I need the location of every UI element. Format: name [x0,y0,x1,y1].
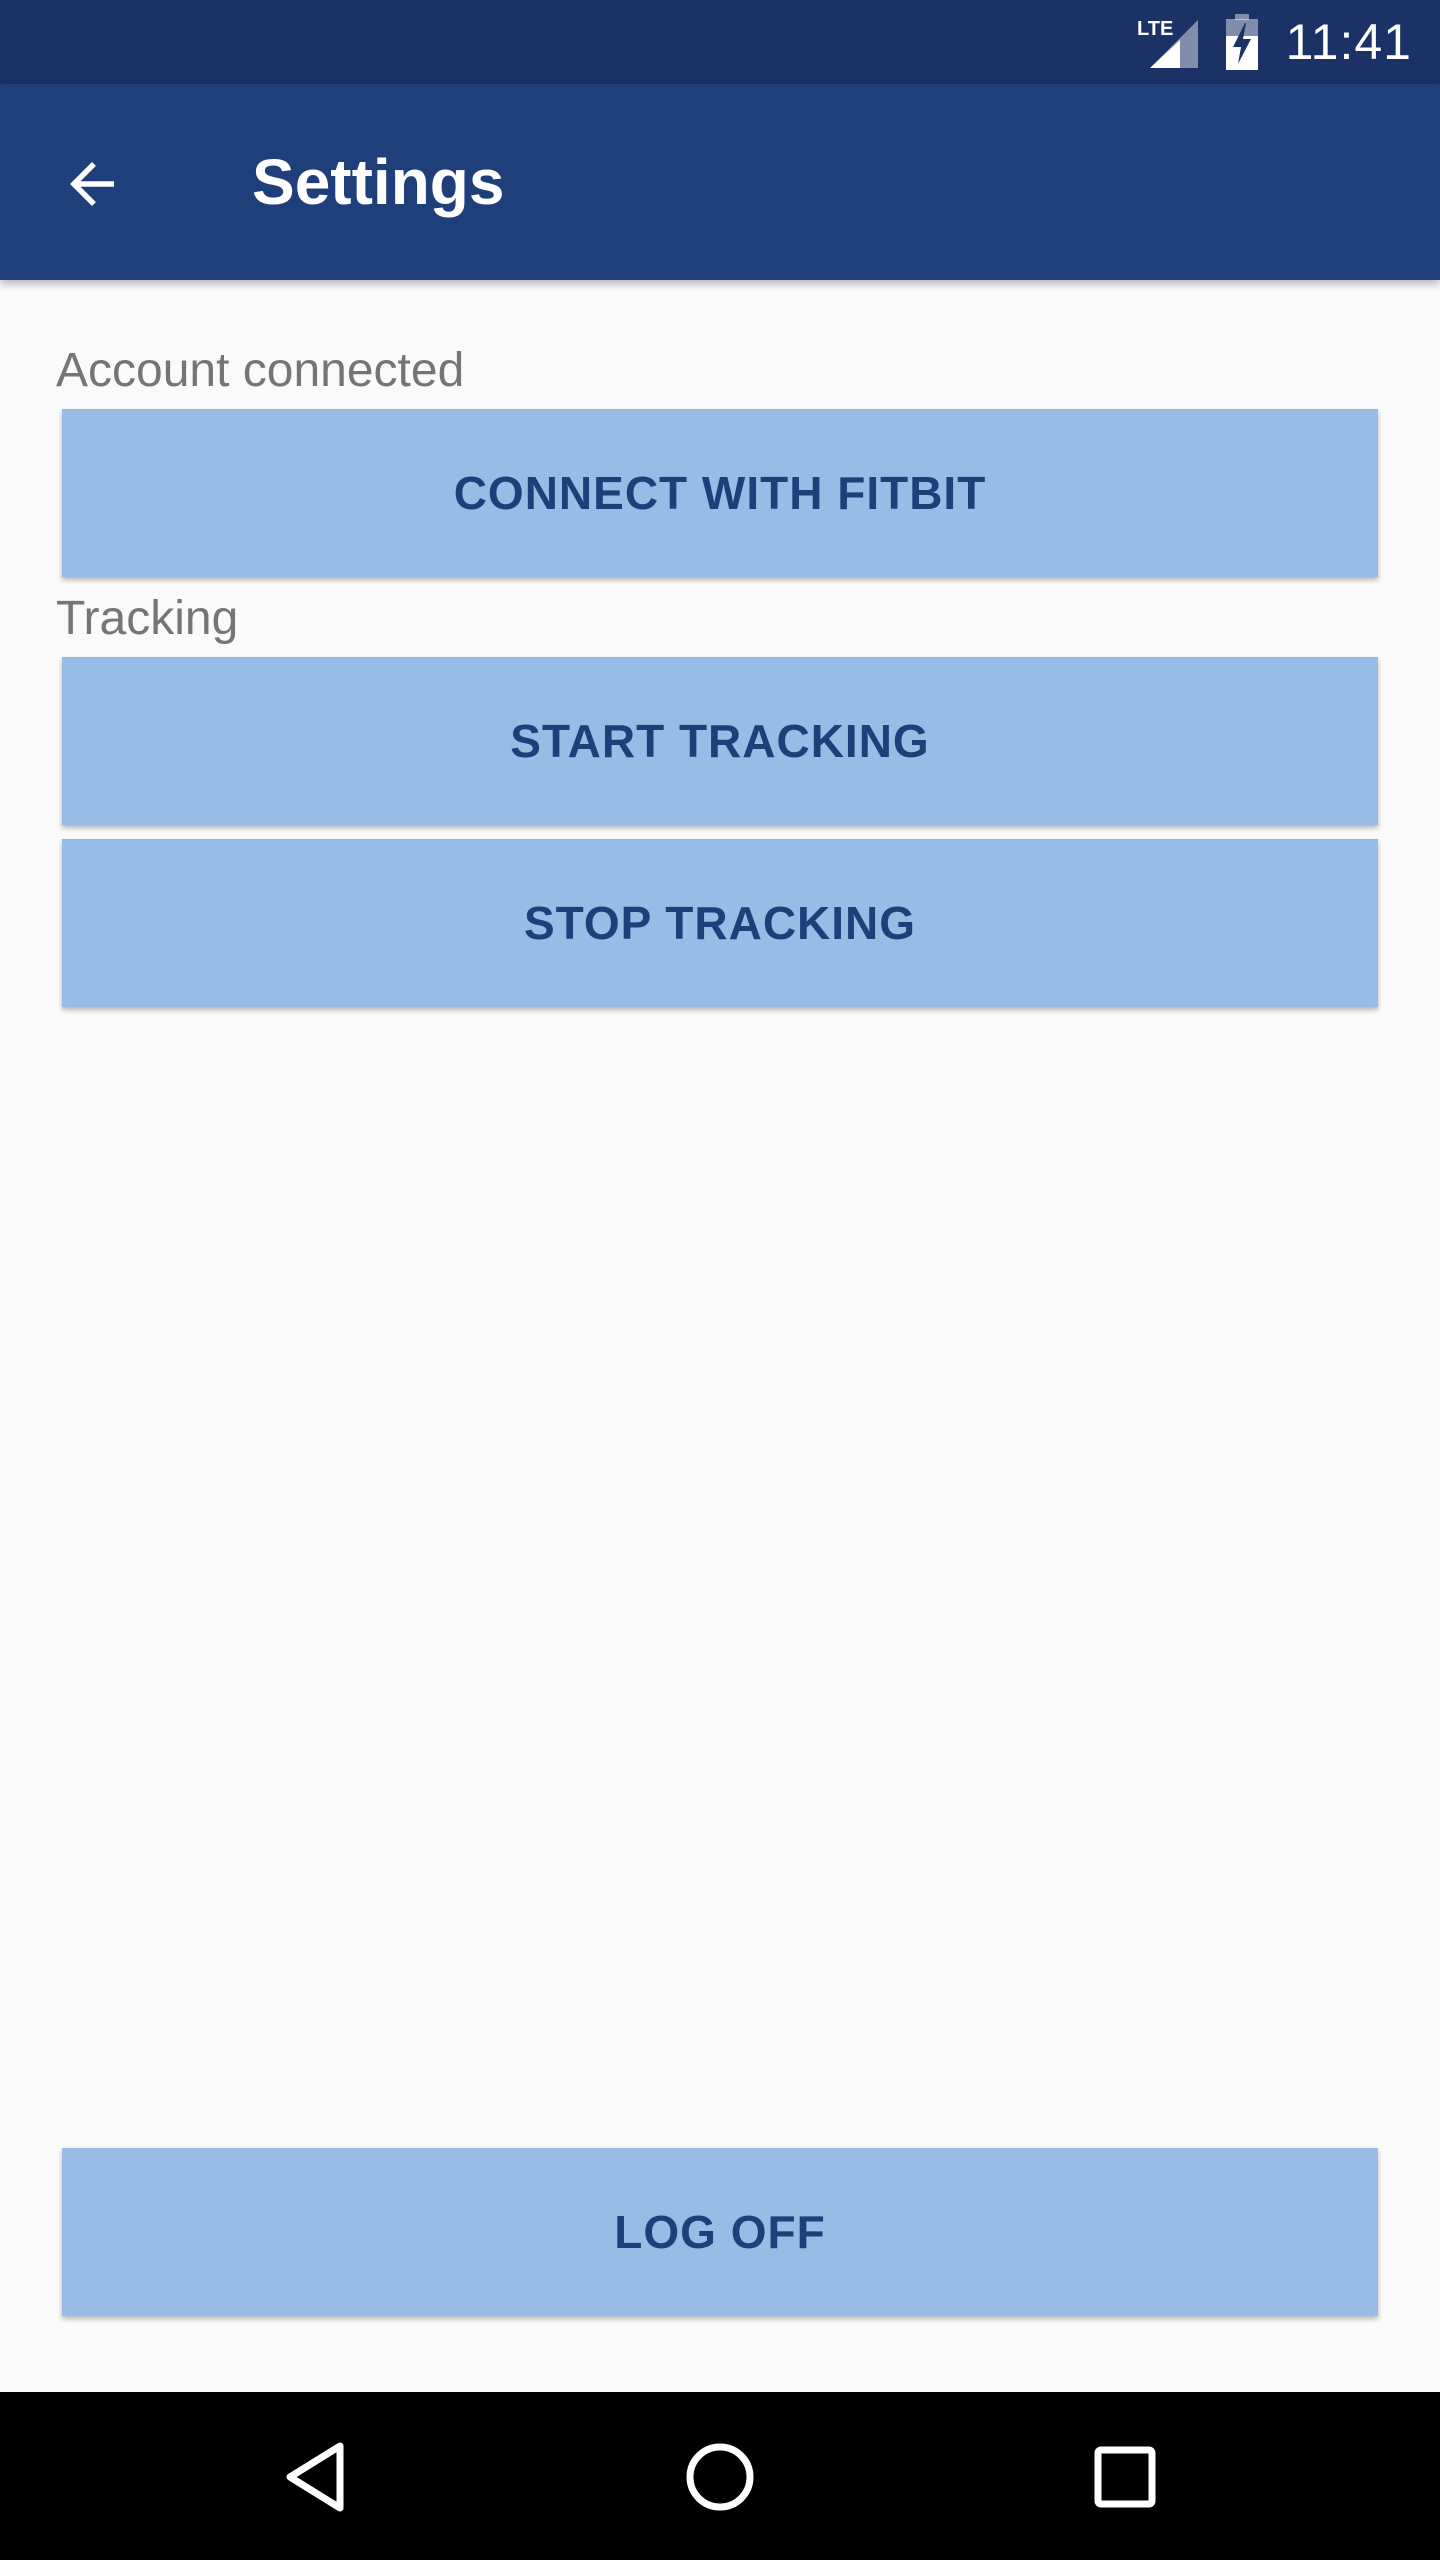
lte-signal-icon: LTE [1137,18,1198,68]
back-triangle-icon [286,2442,344,2512]
status-bar: LTE 11:41 [0,0,1440,84]
page-title: Settings [252,146,505,218]
nav-recents-button[interactable] [1080,2432,1170,2522]
stop-tracking-button[interactable]: STOP TRACKING [62,839,1378,1007]
nav-back-button[interactable] [270,2432,360,2522]
clock: 11:41 [1285,14,1412,70]
tracking-section-label: Tracking [56,592,239,645]
navigation-bar [0,2392,1440,2560]
arrow-back-icon [70,162,114,206]
recents-square-icon [1094,2446,1156,2508]
app-bar: Settings [0,84,1440,280]
log-off-button[interactable]: LOG OFF [62,2148,1378,2316]
back-button[interactable] [50,142,134,226]
start-tracking-button[interactable]: START TRACKING [62,657,1378,825]
nav-home-button[interactable] [675,2432,765,2522]
home-circle-icon [686,2443,754,2511]
network-type-label: LTE [1137,18,1173,40]
battery-charging-icon [1225,14,1258,70]
account-section-label: Account connected [56,344,465,397]
status-icons: LTE 11:41 [1136,0,1412,84]
connect-fitbit-button[interactable]: CONNECT WITH FITBIT [62,409,1378,577]
